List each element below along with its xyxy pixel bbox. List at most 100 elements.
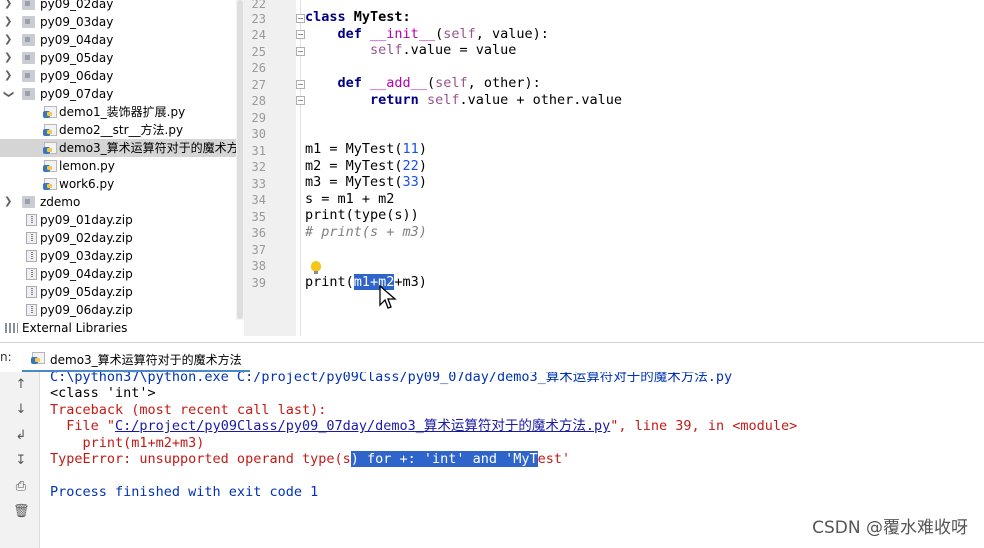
tree-item-zip-05[interactable]: py09_05day.zip [0,283,244,301]
line-number: 39 [251,276,266,290]
tree-item-py09-03day[interactable]: ❯ py09_03day [0,13,244,31]
fold-marker-icon[interactable] [296,47,305,56]
code-line-33[interactable]: m3 = MyTest(33) [305,174,427,191]
number-literal: 22 [402,158,419,174]
code-line-25[interactable]: self.value = value [305,42,516,59]
code-text: m1 = MyTest( [305,141,403,157]
watermark: CSDN @覆水难收呀 [812,518,968,538]
code-line-34[interactable]: s = m1 + m2 [305,191,394,208]
tree-item-zip-01[interactable]: py09_01day.zip [0,211,244,229]
chevron-right-icon[interactable]: ❯ [4,67,12,85]
line-number: 35 [251,210,266,224]
keyword: def [337,75,362,91]
code-line-27[interactable]: def __add__(self, other): [305,75,541,92]
code-line-39[interactable]: print(m1+m2+m3) [305,274,427,291]
line-number: 38 [251,259,266,273]
line-number: 33 [251,177,266,191]
code-text: .value = value [402,42,517,58]
code-text: ( [435,26,444,42]
tree-item-zdemo[interactable]: ❯ zdemo [0,193,244,211]
print-icon[interactable]: ⎙ [13,479,29,495]
run-tab-label: demo3_算术运算符对于的魔术方法 [50,353,242,367]
keyword: return [370,92,419,108]
fold-marker-icon[interactable] [296,14,305,23]
tree-item-work6[interactable]: work6.py [0,175,244,193]
code-line-28[interactable]: return self.value + other.value [305,92,622,109]
tree-item-label: py09_05day [40,51,114,65]
chevron-right-icon[interactable]: ❯ [4,193,12,211]
tree-item-py09-04day[interactable]: ❯ py09_04day [0,31,244,49]
fold-marker-icon[interactable] [296,96,305,105]
tree-item-lemon[interactable]: lemon.py [0,157,244,175]
code-line-32[interactable]: m2 = MyTest(22) [305,158,427,175]
tree-item-demo1[interactable]: demo1_装饰器扩展.py [0,103,244,121]
code-text: ) [418,141,427,157]
line-number: 36 [251,226,266,240]
console-error-line: TypeError: unsupported operand type(s) f… [50,451,570,468]
tree-item-py09-05day[interactable]: ❯ py09_05day [0,49,244,67]
code-line-35[interactable]: print(type(s)) [305,207,419,224]
fold-marker-icon[interactable] [296,30,305,39]
tree-item-label: lemon.py [59,159,115,173]
tree-item-zip-04[interactable]: py09_04day.zip [0,265,244,283]
code-line-31[interactable]: m1 = MyTest(11) [305,141,427,158]
line-number: 23 [251,12,266,26]
tree-item-py09-07day[interactable]: ❯ py09_07day [0,85,244,103]
class-name: MyTest: [345,9,411,25]
code-text: m3 = MyTest( [305,174,403,190]
scroll-down-icon[interactable]: ↓ [13,402,29,418]
code-line-24[interactable]: def __init__(self, value): [305,26,549,43]
self-keyword: self [435,75,468,91]
run-tab[interactable]: demo3_算术运算符对于的魔术方法 [22,343,250,373]
lightbulb-icon[interactable] [311,261,321,274]
python-file-icon [43,106,57,118]
chevron-right-icon[interactable]: ❯ [4,31,12,49]
scroll-up-icon[interactable]: ↑ [13,377,29,393]
code-line-23[interactable]: class MyTest: [305,9,411,26]
console-selected-text: ) for +: 'int' and 'MyT [350,451,538,467]
console-command-line: C:\python37\python.exe C:/project/py09Cl… [50,372,733,385]
mouse-pointer-icon [379,285,397,309]
tree-scrollbar-thumb[interactable] [237,0,243,319]
zip-file-icon [26,250,37,262]
tree-scrollbar[interactable] [236,0,244,320]
tree-item-zip-02[interactable]: py09_02day.zip [0,229,244,247]
code-line-36-comment[interactable]: # print(s + m3) [305,224,427,241]
line-number: 27 [251,78,266,92]
chevron-right-icon[interactable]: ❯ [4,13,12,31]
tree-item-py09-02day[interactable]: ❯ py09_02day [0,0,244,13]
project-tree: ❯ py09_02day ❯ py09_03day ❯ py09_04day ❯… [0,0,244,336]
line-number: 26 [251,61,266,75]
trash-icon[interactable]: 🗑 [13,504,30,520]
python-file-icon [43,142,57,154]
scroll-to-end-icon[interactable]: ↧ [13,453,29,469]
tree-item-zip-03[interactable]: py09_03day.zip [0,247,244,265]
console-file-link[interactable]: C:/project/py09Class/py09_07day/demo3_算术… [115,418,610,434]
keyword: def [337,26,362,42]
chevron-down-icon[interactable]: ❯ [0,90,17,98]
zip-file-icon [26,232,37,244]
magic-method: __add__ [370,75,427,91]
line-number: 30 [251,127,266,141]
tree-item-demo3[interactable]: demo3_算术运算符对于的魔术方法. [0,139,244,157]
soft-wrap-icon[interactable]: ↲ [13,428,29,444]
chevron-right-icon[interactable]: ❯ [4,49,12,67]
run-label: n: [0,350,12,364]
tree-item-zip-06[interactable]: py09_06day.zip [0,301,244,319]
self-keyword: self [370,42,403,58]
code-text: ) [418,174,427,190]
code-editor[interactable]: 22 23 24 25 26 27 28 29 30 31 32 33 34 3… [244,0,984,336]
tree-item-label: py09_06day.zip [40,303,133,317]
library-icon [5,323,18,333]
folder-icon [22,196,35,208]
zip-file-icon [26,214,37,226]
console-text: TypeError: unsupported operand type(s [50,451,351,467]
chevron-right-icon[interactable]: ❯ [4,0,12,13]
python-file-icon [43,124,57,136]
tree-item-py09-06day[interactable]: ❯ py09_06day [0,67,244,85]
fold-marker-icon[interactable] [296,80,305,89]
editor-gutter: 22 23 24 25 26 27 28 29 30 31 32 33 34 3… [244,0,296,336]
tree-item-demo2[interactable]: demo2__str__方法.py [0,121,244,139]
tree-item-label: py09_03day [40,15,114,29]
tree-item-external-libraries[interactable]: External Libraries [0,319,244,336]
